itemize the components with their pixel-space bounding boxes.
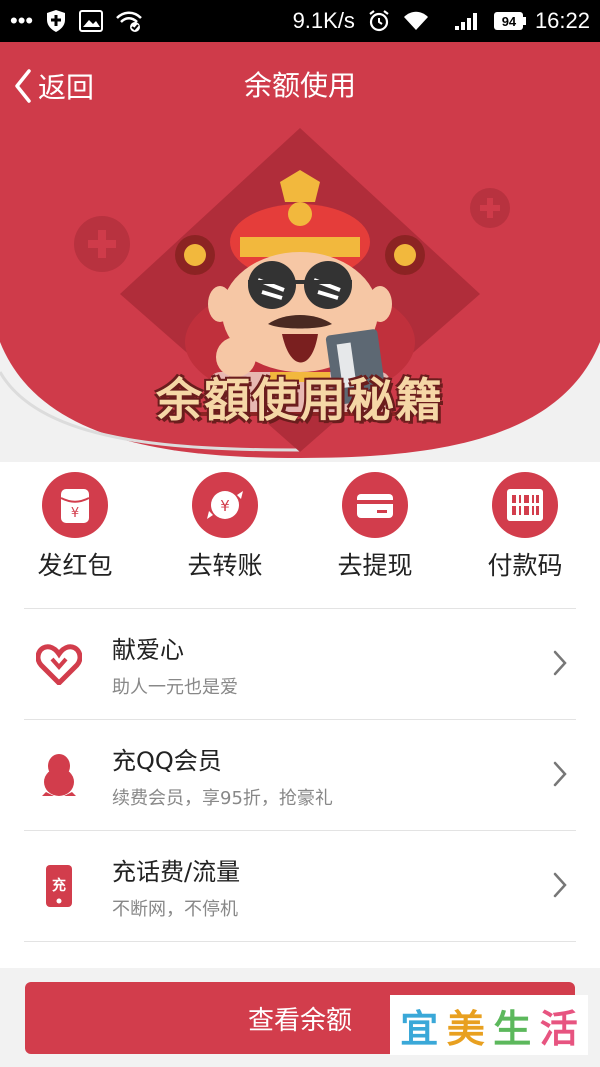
chevron-right-icon <box>553 872 567 898</box>
list-item-subtitle: 助人一元也是爱 <box>112 676 238 698</box>
watermark-char: 生 <box>493 1006 532 1051</box>
withdraw-button[interactable]: 去提现 <box>305 472 445 582</box>
action-label: 去转账 <box>187 551 263 580</box>
svg-text:充: 充 <box>52 877 66 894</box>
penguin-icon <box>24 752 94 798</box>
transfer-icon: ¥ <box>192 472 258 538</box>
back-label: 返回 <box>38 71 95 104</box>
service-list: 献爱心 助人一元也是爱 充QQ会员 续费会员，享95折，抢豪礼 充 充话费/流量… <box>24 608 576 942</box>
chevron-right-icon <box>553 761 567 787</box>
back-button[interactable]: 返回 <box>14 66 94 106</box>
list-item-charity[interactable]: 献爱心 助人一元也是爱 <box>24 608 576 719</box>
list-item-subtitle: 续费会员，享95折，抢豪礼 <box>112 787 333 809</box>
watermark: 宜 美 生 活 <box>390 995 588 1055</box>
signal-icon <box>454 13 477 30</box>
list-item-title: 充话费/流量 <box>112 857 241 886</box>
phone-icon: 充 <box>24 863 94 909</box>
action-label: 付款码 <box>487 551 563 580</box>
watermark-char: 活 <box>539 1006 578 1051</box>
list-item-subtitle: 不断网，不停机 <box>112 898 238 920</box>
list-item-qq-vip[interactable]: 充QQ会员 续费会员，享95折，抢豪礼 <box>24 719 576 830</box>
barcode-icon <box>492 472 558 538</box>
status-left: ••• <box>10 8 143 34</box>
payment-code-button[interactable]: 付款码 <box>455 472 595 582</box>
chevron-left-icon <box>15 69 31 103</box>
svg-text:¥: ¥ <box>71 506 79 521</box>
action-label: 去提现 <box>337 551 413 580</box>
nav-bar: 返回 余额使用 <box>0 42 600 126</box>
card-icon <box>342 472 408 538</box>
svg-text:¥: ¥ <box>220 497 230 515</box>
status-bar: ••• 9.1K/s 94 16:22 <box>0 0 600 42</box>
battery-level: 94 <box>501 13 517 29</box>
transfer-button[interactable]: ¥ 去转账 <box>155 472 295 582</box>
check-balance-label: 查看余额 <box>247 1005 352 1036</box>
wifi-check-icon <box>116 11 142 32</box>
list-item-phone-topup[interactable]: 充 充话费/流量 不断网，不停机 <box>24 830 576 942</box>
action-label: 发红包 <box>37 551 113 580</box>
send-red-envelope-button[interactable]: ¥ 发红包 <box>5 472 145 582</box>
red-envelope-icon: ¥ <box>42 472 108 538</box>
alarm-icon <box>369 10 389 32</box>
watermark-char: 美 <box>446 1006 485 1051</box>
status-right: 9.1K/s 94 16:22 <box>293 8 590 34</box>
hero-banner-text: 余額使用秘籍 <box>156 373 444 427</box>
heart-icon <box>24 643 94 685</box>
clock: 16:22 <box>534 8 590 33</box>
wifi-icon <box>403 11 428 30</box>
shield-icon <box>47 10 66 32</box>
page-title: 余额使用 <box>243 69 356 102</box>
status-dots: ••• <box>10 8 34 33</box>
action-row: ¥ 发红包 ¥ 去转账 去提现 付款码 <box>0 472 600 582</box>
list-item-title: 献爱心 <box>112 635 184 664</box>
network-speed: 9.1K/s <box>292 8 355 33</box>
image-icon <box>79 10 104 32</box>
watermark-char: 宜 <box>400 1006 439 1051</box>
chevron-right-icon <box>553 650 567 676</box>
list-item-title: 充QQ会员 <box>112 746 222 775</box>
